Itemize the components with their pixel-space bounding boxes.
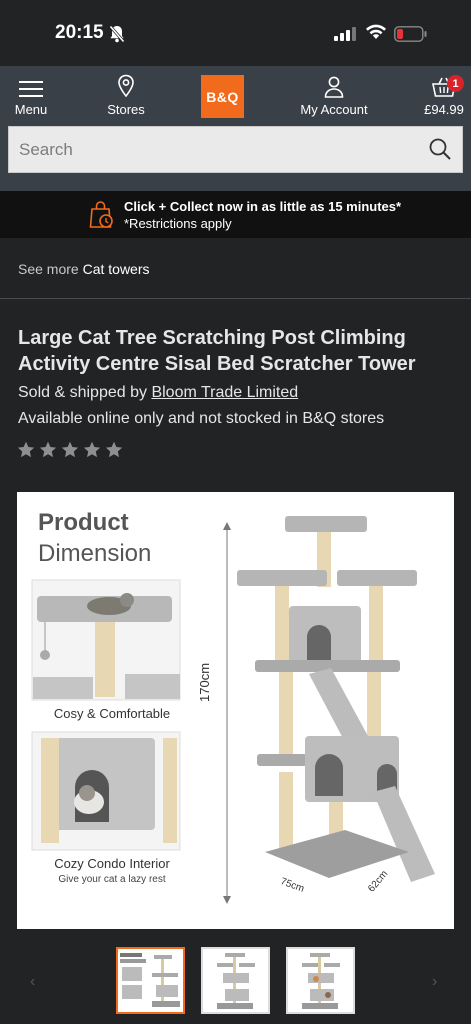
- search-box: [8, 126, 463, 173]
- location-pin-icon: [118, 74, 134, 98]
- thumbnail-1[interactable]: [116, 947, 185, 1014]
- star-icon: [39, 441, 57, 458]
- hamburger-icon: [19, 81, 43, 97]
- image-heading-product: Product: [38, 509, 129, 536]
- wifi-icon: [365, 24, 387, 45]
- image-caption-cosy: Cosy & Comfortable: [53, 706, 171, 721]
- category-link[interactable]: Cat towers: [83, 261, 150, 277]
- see-more-prefix: See more: [18, 261, 79, 277]
- image-caption-rest: Give your cat a lazy rest: [58, 874, 166, 885]
- status-bar: 20:15: [0, 0, 471, 66]
- click-collect-restrictions: *Restrictions apply: [124, 216, 232, 231]
- stores-button[interactable]: Stores: [100, 66, 152, 126]
- star-icon: [17, 441, 35, 458]
- user-icon: [324, 76, 344, 98]
- cellular-signal-icon: [334, 27, 358, 46]
- divider: [0, 298, 471, 299]
- thumbnail-2[interactable]: [201, 947, 270, 1014]
- image-caption-condo: Cozy Condo Interior: [54, 856, 170, 871]
- menu-label: Menu: [14, 102, 48, 117]
- click-collect-headline: Click + Collect now in as little as 15 m…: [124, 199, 402, 214]
- basket-count-badge: 1: [447, 75, 464, 92]
- my-account-label: My Account: [300, 102, 368, 117]
- product-main-image[interactable]: Product Dimension Cosy & Comfortable Coz…: [17, 492, 454, 929]
- my-account-button[interactable]: My Account: [292, 66, 376, 126]
- rating-stars[interactable]: [17, 441, 123, 458]
- star-icon: [105, 441, 123, 458]
- height-dimension-label: 170cm: [197, 662, 212, 702]
- seller-line: Sold & shipped by Bloom Trade Limited: [18, 384, 298, 402]
- availability-text: Available online only and not stocked in…: [18, 410, 385, 427]
- product-title: Large Cat Tree Scratching Post Climbing …: [18, 327, 416, 375]
- thumbnail-3[interactable]: [286, 947, 355, 1014]
- see-more-link[interactable]: See more Cat towers: [18, 261, 150, 277]
- basket-total: £94.99: [424, 102, 464, 117]
- chevron-left-icon[interactable]: ‹: [30, 973, 35, 991]
- star-icon: [61, 441, 79, 458]
- search-area: [0, 126, 471, 191]
- search-icon[interactable]: [428, 137, 452, 166]
- seller-link[interactable]: Bloom Trade Limited: [151, 384, 298, 401]
- search-input[interactable]: [9, 127, 419, 172]
- star-icon: [83, 441, 101, 458]
- menu-button[interactable]: Menu: [8, 66, 54, 126]
- bq-logo[interactable]: B&Q: [201, 75, 244, 118]
- image-thumbnails: ‹ ›: [0, 945, 471, 1024]
- bell-muted-icon: [108, 25, 126, 48]
- stores-label: Stores: [107, 102, 145, 117]
- sold-by-prefix: Sold & shipped by: [18, 384, 147, 401]
- chevron-right-icon[interactable]: ›: [432, 973, 437, 991]
- basket-button[interactable]: £94.99: [418, 66, 470, 126]
- image-heading-dimension: Dimension: [38, 540, 152, 567]
- battery-low-icon: [394, 26, 428, 47]
- shopping-bag-clock-icon: [89, 200, 115, 235]
- status-time: 20:15: [55, 22, 104, 43]
- click-collect-banner[interactable]: Click + Collect now in as little as 15 m…: [0, 191, 471, 238]
